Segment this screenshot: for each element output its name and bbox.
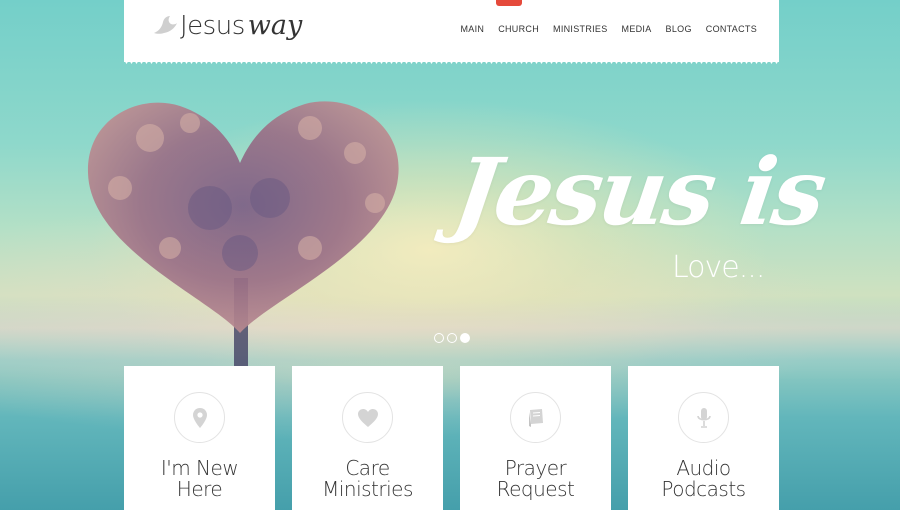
hero-subtitle: Love... [672, 250, 765, 285]
card-title-line1: Prayer [504, 456, 567, 480]
logo-text-secondary: way [247, 10, 303, 41]
site-header: Jesus way MAIN CHURCH MINISTRIES MEDIA B… [124, 0, 779, 62]
main-nav: MAIN CHURCH MINISTRIES MEDIA BLOG CONTAC… [461, 24, 758, 34]
card-title: I'm New Here [124, 458, 275, 500]
header-zigzag-edge [124, 60, 779, 64]
nav-item-blog[interactable]: BLOG [666, 24, 692, 34]
hero-title: Jesus is [447, 138, 830, 246]
card-title-line1: Audio [676, 456, 731, 480]
feature-cards: I'm New Here Care Ministries Prayer Requ… [124, 366, 779, 510]
card-title: Audio Podcasts [628, 458, 779, 500]
logo-text-primary: Jesus [180, 10, 245, 41]
nav-active-marker [496, 0, 522, 6]
card-icon-circle [510, 392, 561, 443]
nav-item-church[interactable]: CHURCH [498, 24, 539, 34]
card-title-line2: Request [496, 477, 575, 501]
nav-item-media[interactable]: MEDIA [622, 24, 652, 34]
card-title: Care Ministries [292, 458, 443, 500]
card-icon-circle [678, 392, 729, 443]
card-title-line2: Podcasts [661, 477, 746, 501]
card-title-line1: I'm New [160, 456, 239, 480]
nav-item-main[interactable]: MAIN [461, 24, 485, 34]
card-icon-circle [174, 392, 225, 443]
book-icon [528, 408, 543, 427]
card-title: Prayer Request [460, 458, 611, 500]
card-title-line2: Here [176, 477, 223, 501]
heart-tree-image [87, 101, 399, 366]
nav-item-ministries[interactable]: MINISTRIES [553, 24, 608, 34]
microphone-icon [696, 407, 711, 428]
slider-dot-3[interactable] [460, 333, 470, 343]
card-title-line2: Ministries [322, 477, 413, 501]
card-care-ministries[interactable]: Care Ministries [292, 366, 443, 510]
card-audio-podcasts[interactable]: Audio Podcasts [628, 366, 779, 510]
slider-dot-2[interactable] [447, 333, 457, 343]
card-icon-circle [342, 392, 393, 443]
heart-icon [357, 408, 378, 427]
slider-pagination [434, 333, 470, 343]
nav-item-contacts[interactable]: CONTACTS [706, 24, 757, 34]
card-im-new-here[interactable]: I'm New Here [124, 366, 275, 510]
dove-icon [154, 15, 177, 34]
slider-dot-1[interactable] [434, 333, 444, 343]
site-logo[interactable]: Jesus way [152, 10, 302, 41]
map-pin-icon [192, 407, 207, 428]
card-title-line1: Care [345, 456, 390, 480]
card-prayer-request[interactable]: Prayer Request [460, 366, 611, 510]
